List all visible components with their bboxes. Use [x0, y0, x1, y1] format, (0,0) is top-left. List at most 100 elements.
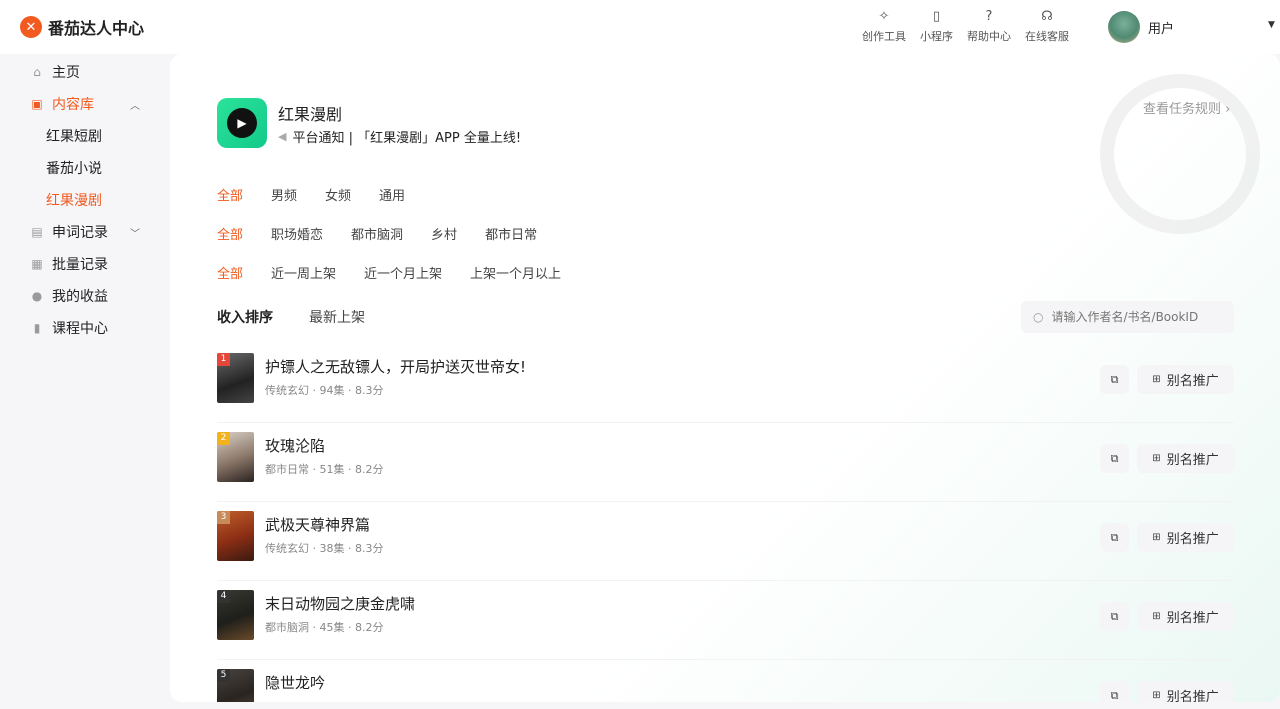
- play-icon: ▶: [227, 108, 257, 138]
- filter-option[interactable]: 女频: [325, 185, 351, 204]
- copy-icon: ⧉: [1110, 372, 1119, 386]
- caret-down-icon[interactable]: ▼: [1268, 20, 1275, 30]
- book-cover[interactable]: 1: [217, 353, 254, 403]
- list-item[interactable]: 3 武极天尊神界篇 传统玄幻 · 38集 · 8.3分 ⧉ ⊞ 别名推广: [217, 502, 1234, 581]
- book-title[interactable]: 玫瑰沦陷: [265, 435, 325, 456]
- brand-logo[interactable]: ✕ 番茄达人中心: [20, 15, 144, 39]
- filter-option[interactable]: 都市日常: [485, 224, 537, 243]
- filter-option[interactable]: 近一个月上架: [364, 263, 442, 282]
- sidebar-item-label: 我的收益: [52, 289, 108, 305]
- filter-row-channel: 全部 男频 女频 通用: [217, 185, 433, 204]
- topnav-label: 小程序: [920, 30, 953, 43]
- sidebar-item-batch-records[interactable]: ▦ 批量记录: [0, 248, 170, 280]
- book-cover[interactable]: 2: [217, 432, 254, 482]
- button-label: 别名推广: [1166, 374, 1219, 389]
- sidebar-item-label: 红果漫剧: [46, 193, 102, 209]
- copy-button[interactable]: ⧉: [1100, 681, 1129, 702]
- user-name: 用户: [1148, 21, 1175, 37]
- filter-option[interactable]: 乡村: [431, 224, 457, 243]
- button-label: 别名推广: [1166, 690, 1219, 702]
- sidebar-item-label: 内容库: [52, 97, 94, 113]
- topnav-mini-program[interactable]: ▯ 小程序: [920, 8, 953, 44]
- sidebar-item-label: 批量记录: [52, 257, 108, 273]
- sidebar-subitem-short-drama[interactable]: 红果短剧: [0, 120, 170, 152]
- main-panel: ▶ 红果漫剧 ◀ 平台通知 | 「红果漫剧」APP 全量上线! 查看任务规则 ›…: [170, 54, 1280, 702]
- book-cover[interactable]: 3: [217, 511, 254, 561]
- rank-badge: 3: [217, 511, 230, 524]
- copy-button[interactable]: ⧉: [1100, 523, 1129, 552]
- alias-promote-button[interactable]: ⊞ 别名推广: [1137, 365, 1234, 394]
- copy-button[interactable]: ⧉: [1100, 602, 1129, 631]
- list-item[interactable]: 4 末日动物园之庚金虎啸 都市脑洞 · 45集 · 8.2分 ⧉ ⊞ 别名推广: [217, 581, 1234, 660]
- alias-promote-button[interactable]: ⊞ 别名推广: [1137, 444, 1234, 473]
- plus-square-icon: ⊞: [1152, 611, 1161, 622]
- copy-icon: ⧉: [1110, 609, 1119, 623]
- book-title[interactable]: 护镖人之无敌镖人，开局护送灭世帝女!: [265, 356, 526, 377]
- sidebar-item-keyword-records[interactable]: ▤ 申词记录 ﹀: [0, 216, 170, 248]
- rank-badge: 5: [217, 669, 230, 682]
- tomato-logo-icon: ✕: [20, 16, 42, 38]
- filter-option[interactable]: 通用: [379, 185, 405, 204]
- list-item[interactable]: 1 护镖人之无敌镖人，开局护送灭世帝女! 传统玄幻 · 94集 · 8.3分 ⧉…: [217, 344, 1234, 423]
- search-input[interactable]: [1051, 310, 1222, 324]
- notice-text: 平台通知 | 「红果漫剧」APP 全量上线!: [292, 131, 522, 146]
- filter-option[interactable]: 上架一个月以上: [470, 263, 561, 282]
- sidebar-item-label: 申词记录: [52, 225, 108, 241]
- sidebar-item-content-library[interactable]: ▣ 内容库 ︿: [0, 88, 170, 120]
- chevron-up-icon: ︿: [130, 100, 140, 112]
- filter-option[interactable]: 都市脑洞: [351, 224, 403, 243]
- plus-square-icon: ⊞: [1152, 690, 1161, 701]
- button-label: 别名推广: [1166, 453, 1219, 468]
- book-cover[interactable]: 5: [217, 669, 254, 702]
- platform-notice[interactable]: ◀ 平台通知 | 「红果漫剧」APP 全量上线!: [278, 127, 521, 146]
- alias-promote-button[interactable]: ⊞ 别名推广: [1137, 602, 1234, 631]
- alias-promote-button[interactable]: ⊞ 别名推广: [1137, 681, 1234, 702]
- brand-name: 番茄达人中心: [48, 19, 145, 38]
- book-meta: 传统玄幻 · 38集 · 8.3分: [265, 542, 384, 555]
- filter-option[interactable]: 全部: [217, 224, 243, 243]
- avatar[interactable]: [1108, 11, 1140, 43]
- topnav-create-tools[interactable]: ✧ 创作工具: [862, 8, 906, 44]
- button-label: 别名推广: [1166, 611, 1219, 626]
- filter-option[interactable]: 全部: [217, 263, 243, 282]
- filter-option[interactable]: 男频: [271, 185, 297, 204]
- list-item[interactable]: 5 隐世龙吟 ⧉ ⊞ 别名推广: [217, 660, 1234, 702]
- task-rules-link[interactable]: 查看任务规则 ›: [1143, 98, 1230, 117]
- chevron-down-icon: ﹀: [130, 228, 140, 240]
- sidebar-item-courses[interactable]: ▮ 课程中心: [0, 312, 170, 344]
- alias-promote-button[interactable]: ⊞ 别名推广: [1137, 523, 1234, 552]
- copy-icon: ⧉: [1110, 688, 1119, 702]
- topnav-label: 创作工具: [862, 30, 906, 43]
- search-box[interactable]: ○: [1021, 301, 1234, 333]
- top-nav: ✧ 创作工具 ▯ 小程序 ? 帮助中心 ☊ 在线客服: [862, 8, 1083, 44]
- filter-option[interactable]: 职场婚恋: [271, 224, 323, 243]
- page-title: 红果漫剧: [278, 105, 343, 124]
- user-menu[interactable]: 用户: [1108, 11, 1174, 43]
- topnav-online-support[interactable]: ☊ 在线客服: [1025, 8, 1069, 44]
- filter-row-release-time: 全部 近一周上架 近一个月上架 上架一个月以上: [217, 263, 589, 282]
- copy-icon: ⧉: [1110, 451, 1119, 465]
- sidebar-item-label: 主页: [52, 65, 80, 81]
- sidebar-item-home[interactable]: ⌂ 主页: [0, 56, 170, 88]
- headset-icon: ☊: [1041, 9, 1053, 24]
- copy-button[interactable]: ⧉: [1100, 444, 1129, 473]
- megaphone-icon: ◀: [278, 130, 287, 143]
- help-icon: ?: [985, 9, 993, 24]
- book-title[interactable]: 隐世龙吟: [265, 672, 325, 693]
- book-title[interactable]: 末日动物园之庚金虎啸: [265, 593, 415, 614]
- tab-sort-income[interactable]: 收入排序: [217, 307, 273, 327]
- book-title[interactable]: 武极天尊神界篇: [265, 514, 370, 535]
- book-icon: ▮: [33, 321, 41, 335]
- book-cover[interactable]: 4: [217, 590, 254, 640]
- sidebar-subitem-novel[interactable]: 番茄小说: [0, 152, 170, 184]
- tab-sort-newest[interactable]: 最新上架: [309, 307, 365, 327]
- document-icon: ▤: [31, 225, 43, 239]
- sidebar-item-earnings[interactable]: ● 我的收益: [0, 280, 170, 312]
- filter-option[interactable]: 全部: [217, 185, 243, 204]
- filter-option[interactable]: 近一周上架: [271, 263, 336, 282]
- sidebar-subitem-comic-drama[interactable]: 红果漫剧: [0, 184, 170, 216]
- copy-button[interactable]: ⧉: [1100, 365, 1129, 394]
- book-meta: 传统玄幻 · 94集 · 8.3分: [265, 384, 384, 397]
- list-item[interactable]: 2 玫瑰沦陷 都市日常 · 51集 · 8.2分 ⧉ ⊞ 别名推广: [217, 423, 1234, 502]
- topnav-help-center[interactable]: ? 帮助中心: [967, 8, 1011, 44]
